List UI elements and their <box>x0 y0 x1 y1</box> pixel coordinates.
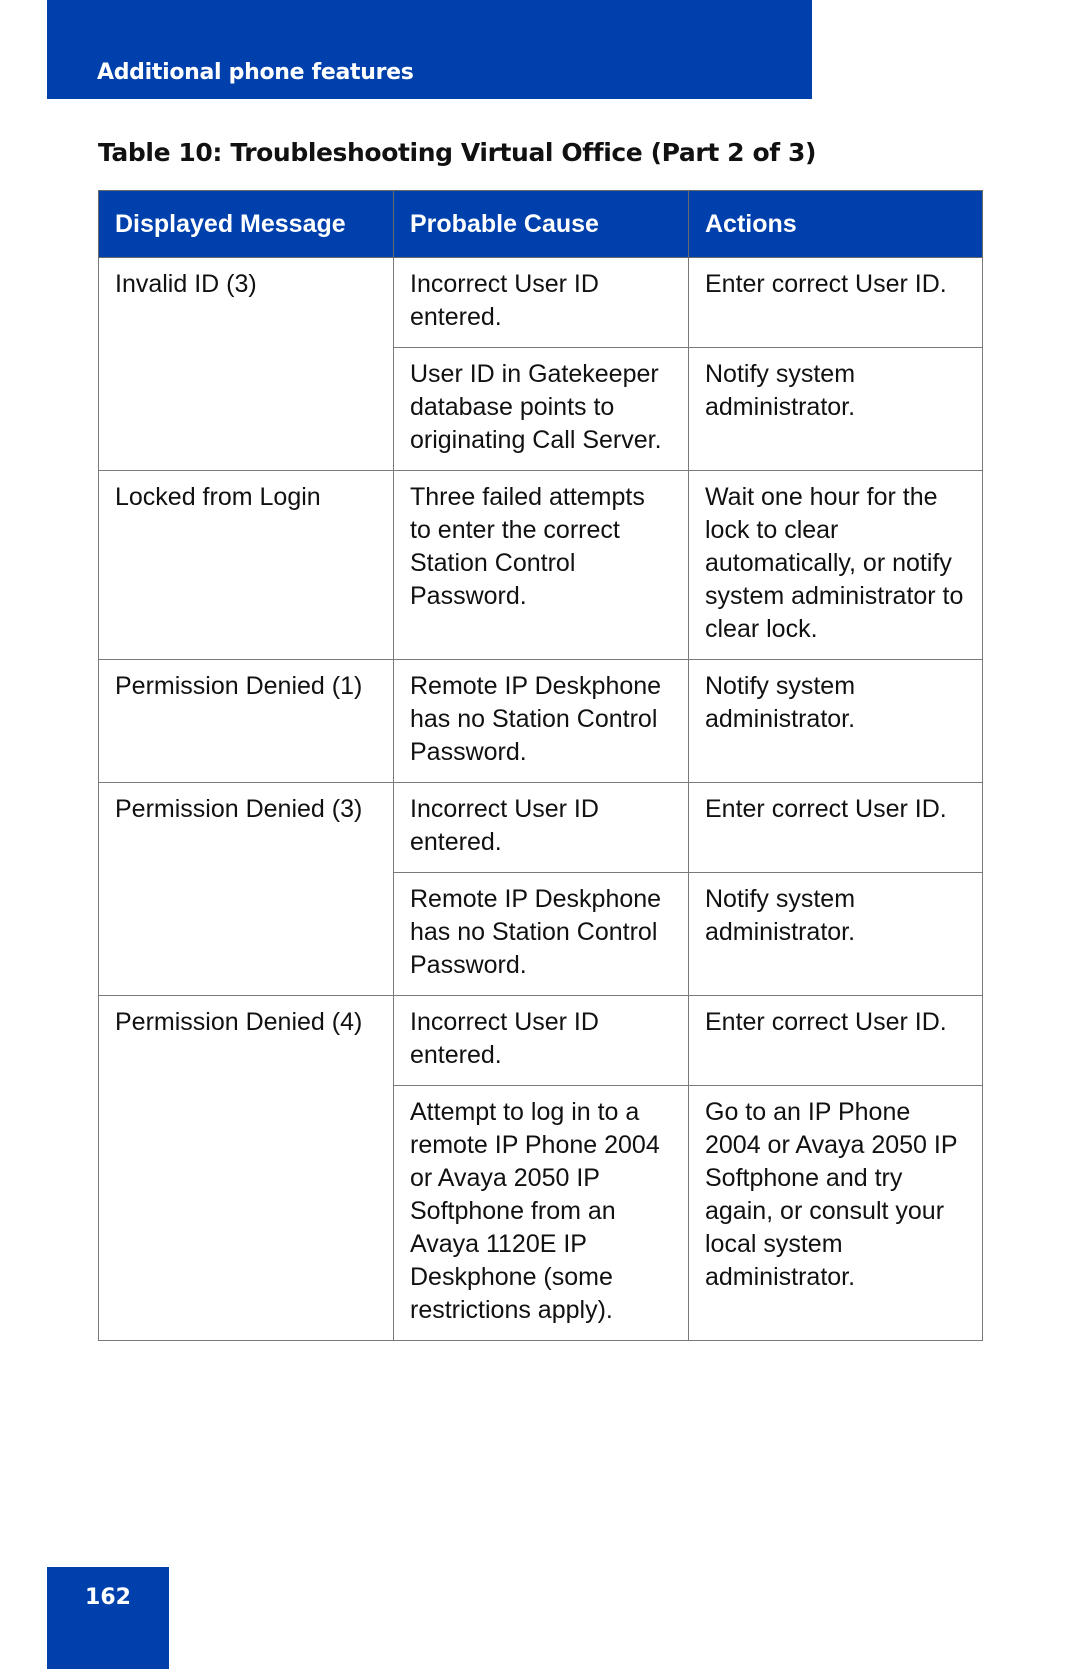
action-cell: Enter correct User ID. <box>688 257 983 348</box>
probable-cause-cell: Incorrect User ID entered. <box>393 782 689 873</box>
displayed-message-cell: Locked from Login <box>98 470 394 660</box>
action-cell: Notify system administrator. <box>688 872 983 996</box>
column-header-probable-cause: Probable Cause <box>393 190 689 258</box>
table-row: Permission Denied (1) Remote IP Deskphon… <box>98 659 983 783</box>
probable-cause-cell: Remote IP Deskphone has no Station Contr… <box>393 659 689 783</box>
probable-cause-cell: User ID in Gatekeeper database points to… <box>393 347 689 471</box>
action-cell: Notify system administrator. <box>688 659 983 783</box>
displayed-message-cell: Permission Denied (3) <box>98 782 394 996</box>
page-number: 162 <box>85 1585 131 1610</box>
page-number-box: 162 <box>47 1567 169 1669</box>
table-row: Invalid ID (3) Incorrect User ID entered… <box>98 257 983 471</box>
displayed-message-cell: Permission Denied (4) <box>98 995 394 1341</box>
troubleshooting-table: Displayed Message Probable Cause Actions… <box>98 190 983 1341</box>
probable-cause-cell: Incorrect User ID entered. <box>393 257 689 348</box>
column-header-displayed-message: Displayed Message <box>98 190 394 258</box>
probable-cause-cell: Three failed attempts to enter the corre… <box>393 470 689 660</box>
probable-cause-cell: Incorrect User ID entered. <box>393 995 689 1086</box>
table-caption: Table 10: Troubleshooting Virtual Office… <box>98 138 817 167</box>
displayed-message-cell: Invalid ID (3) <box>98 257 394 471</box>
action-cell: Go to an IP Phone 2004 or Avaya 2050 IP … <box>688 1085 983 1341</box>
section-title: Additional phone features <box>97 60 414 85</box>
table-row: Permission Denied (3) Incorrect User ID … <box>98 782 983 996</box>
action-cell: Notify system administrator. <box>688 347 983 471</box>
action-cell: Enter correct User ID. <box>688 995 983 1086</box>
probable-cause-cell: Attempt to log in to a remote IP Phone 2… <box>393 1085 689 1341</box>
table-row: Permission Denied (4) Incorrect User ID … <box>98 995 983 1341</box>
displayed-message-cell: Permission Denied (1) <box>98 659 394 783</box>
table-header-row: Displayed Message Probable Cause Actions <box>98 190 983 258</box>
column-header-actions: Actions <box>688 190 983 258</box>
action-cell: Wait one hour for the lock to clear auto… <box>688 470 983 660</box>
section-header-band: Additional phone features <box>47 0 812 99</box>
action-cell: Enter correct User ID. <box>688 782 983 873</box>
probable-cause-cell: Remote IP Deskphone has no Station Contr… <box>393 872 689 996</box>
table-row: Locked from Login Three failed attempts … <box>98 470 983 660</box>
